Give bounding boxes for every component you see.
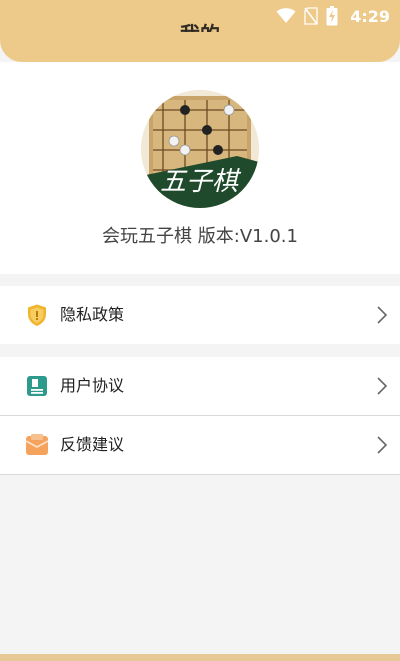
menu-item-user-agreement[interactable]: 用户协议 xyxy=(0,357,400,415)
chevron-right-icon xyxy=(377,306,387,324)
chevron-right-icon xyxy=(377,377,387,395)
top-header: 我的 4:29 xyxy=(0,0,400,62)
privacy-policy-label: 隐私政策 xyxy=(60,305,125,324)
feedback-label: 反馈建议 xyxy=(60,435,125,454)
envelope-icon xyxy=(25,434,49,455)
document-icon xyxy=(27,376,47,396)
no-sim-icon xyxy=(304,7,319,25)
wifi-icon xyxy=(276,8,296,23)
battery-charging-icon xyxy=(326,6,338,26)
profile-section: 五子棋 会玩五子棋 版本:V1.0.1 xyxy=(0,62,400,274)
shield-icon xyxy=(28,304,46,326)
status-bar: 4:29 xyxy=(276,5,390,27)
menu-item-feedback[interactable]: 反馈建议 xyxy=(0,415,400,474)
logo-text: 五子棋 xyxy=(160,167,242,197)
menu-group-2: 用户协议 反馈建议 xyxy=(0,357,400,475)
chevron-right-icon xyxy=(377,436,387,454)
app-version-text: 会玩五子棋 版本:V1.0.1 xyxy=(102,226,298,247)
menu-group-1: 隐私政策 xyxy=(0,286,400,344)
app-logo: 五子棋 xyxy=(141,90,259,208)
bottom-navigation-bar[interactable] xyxy=(0,654,400,661)
status-time: 4:29 xyxy=(350,6,390,26)
user-agreement-label: 用户协议 xyxy=(60,376,125,395)
menu-item-privacy-policy[interactable]: 隐私政策 xyxy=(0,286,400,344)
divider xyxy=(0,474,400,475)
gomoku-board-image: 五子棋 xyxy=(141,90,259,208)
